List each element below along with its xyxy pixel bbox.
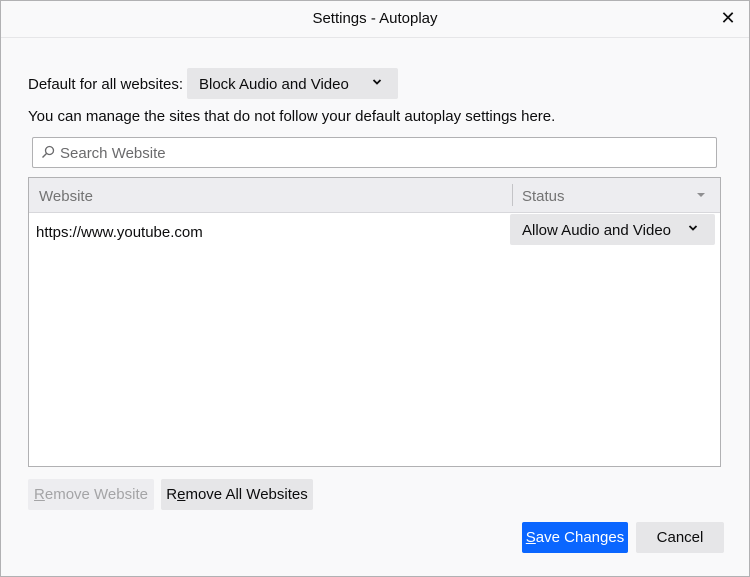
row-status-value: Allow Audio and Video xyxy=(522,222,672,239)
column-header-status[interactable]: Status xyxy=(522,188,565,205)
row-status-dropdown[interactable]: Allow Audio and Video xyxy=(510,214,715,245)
column-divider xyxy=(512,184,513,206)
remove-all-websites-button[interactable]: Remove All Websites xyxy=(161,479,313,510)
sort-arrow-icon xyxy=(697,193,705,197)
chevron-down-icon xyxy=(688,225,698,231)
default-setting-dropdown[interactable]: Block Audio and Video xyxy=(187,68,398,99)
dialog-title: Settings - Autoplay xyxy=(312,10,438,27)
column-header-website[interactable]: Website xyxy=(39,188,93,205)
sites-table: Website Status https://www.youtube.com A… xyxy=(28,177,721,467)
table-header: Website Status xyxy=(29,178,720,213)
default-setting-label: Default for all websites: xyxy=(28,76,184,93)
search-website-input[interactable] xyxy=(58,138,712,169)
autoplay-settings-dialog: Settings - Autoplay ✕ Default for all we… xyxy=(0,0,750,577)
search-icon xyxy=(42,145,55,158)
cancel-button[interactable]: Cancel xyxy=(636,522,724,553)
close-icon[interactable]: ✕ xyxy=(717,7,739,29)
dialog-titlebar: Settings - Autoplay ✕ xyxy=(1,1,749,38)
table-row[interactable]: https://www.youtube.com Allow Audio and … xyxy=(29,213,720,249)
chevron-down-icon xyxy=(372,79,382,85)
help-text: You can manage the sites that do not fol… xyxy=(28,108,556,125)
default-setting-value: Block Audio and Video xyxy=(199,76,349,93)
search-website-field[interactable] xyxy=(32,137,717,169)
row-website: https://www.youtube.com xyxy=(36,224,203,241)
save-changes-button[interactable]: Save Changes xyxy=(522,522,628,553)
remove-website-button[interactable]: Remove Website xyxy=(28,479,154,510)
